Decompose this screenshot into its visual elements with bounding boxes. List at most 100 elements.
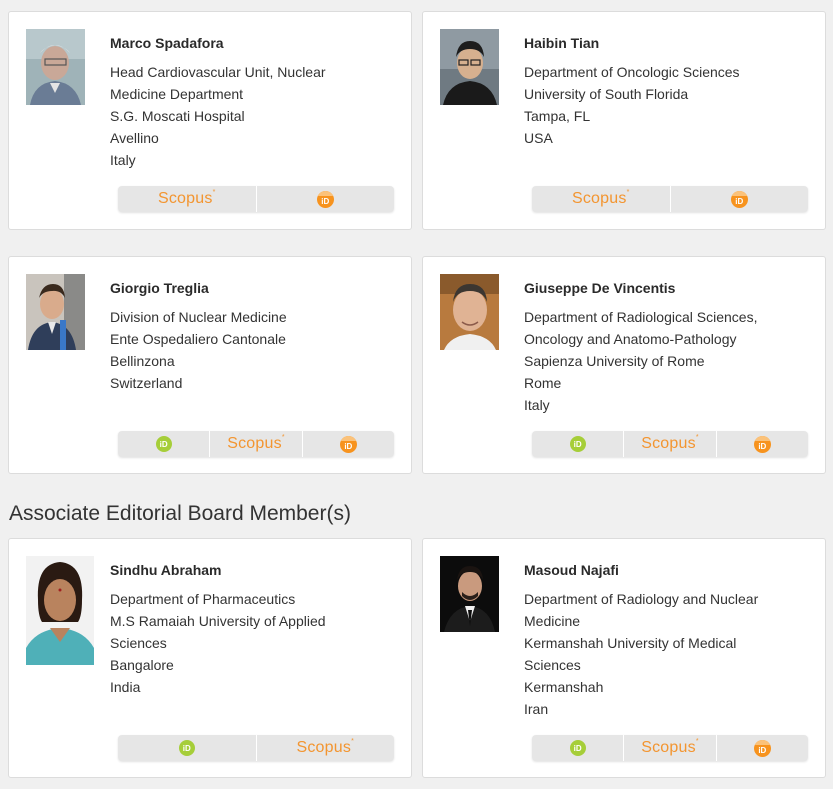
affiliation-line: Tampa, FL — [524, 108, 591, 124]
scopus-label: Scopus — [641, 435, 696, 452]
orcid-label: iD — [182, 743, 191, 753]
affiliation-line: M.S Ramaiah University of Applied — [110, 613, 326, 629]
publons-id-label: iD — [321, 196, 330, 206]
affiliation-line: Sciences — [110, 635, 167, 651]
member-name: Haibin Tian — [524, 35, 600, 51]
publons-link[interactable]: iD — [303, 431, 394, 457]
publons-id-label: iD — [735, 196, 744, 206]
scopus-mark: * — [695, 737, 699, 745]
orcid-label: iD — [573, 439, 582, 449]
scopus-link[interactable]: Scopus* — [624, 735, 717, 761]
publons-id-icon: iD — [316, 190, 334, 208]
affiliation-line: Italy — [524, 397, 550, 413]
section-heading: Associate Editorial Board Member(s) — [9, 502, 351, 525]
affiliation-line: Kermanshah University of Medical — [524, 635, 737, 651]
affiliation-line: Department of Radiological Sciences, — [524, 309, 758, 325]
affiliation-line: Rome — [524, 375, 562, 391]
orcid-link[interactable]: iD — [118, 735, 257, 761]
member-name: Masoud Najafi — [524, 562, 619, 578]
affiliation-line: Medicine — [524, 613, 581, 629]
affiliation-line: Sciences — [524, 657, 581, 673]
member-card: Haibin Tian Department of Oncologic Scie… — [422, 11, 826, 230]
publons-link[interactable]: iD — [717, 735, 808, 761]
member-card: Giorgio Treglia Division of Nuclear Medi… — [8, 256, 412, 474]
affiliation-line: India — [110, 679, 141, 695]
publons-link[interactable]: iD — [257, 186, 395, 212]
affiliation-line: Department of Pharmaceutics — [110, 591, 296, 607]
scopus-label: Scopus — [157, 190, 213, 207]
profile-links-bar: iD Scopus* iD — [118, 431, 394, 457]
scopus-label: Scopus — [296, 739, 352, 756]
affiliation-line: Oncology and Anatomo-Pathology — [524, 331, 737, 347]
affiliation-line: Iran — [524, 701, 549, 717]
orcid-link[interactable]: iD — [532, 431, 625, 457]
member-photo — [26, 29, 85, 105]
affiliation-line: Bellinzona — [110, 353, 175, 369]
affiliation-line: Medicine Department — [110, 86, 244, 102]
scopus-label: Scopus — [571, 190, 627, 207]
scopus-mark: * — [212, 188, 216, 196]
scopus-logo-icon: Scopus* — [157, 188, 216, 208]
scopus-mark: * — [351, 737, 354, 745]
member-photo — [440, 274, 499, 350]
orcid-link[interactable]: iD — [532, 735, 625, 761]
orcid-link[interactable]: iD — [118, 431, 211, 457]
affiliation-line: Bangalore — [110, 657, 174, 673]
affiliation-line: Sapienza University of Rome — [524, 353, 705, 369]
affiliation-line: University of South Florida — [524, 86, 689, 102]
affiliation-line: Division of Nuclear Medicine — [110, 309, 287, 325]
publons-id-label: iD — [758, 441, 767, 451]
scopus-link[interactable]: Scopus* — [624, 431, 717, 457]
member-photo — [440, 556, 499, 632]
member-name: Giorgio Treglia — [110, 280, 209, 296]
publons-link[interactable]: iD — [717, 431, 808, 457]
orcid-label: iD — [159, 439, 168, 449]
scopus-logo-icon: Scopus* — [641, 737, 699, 757]
affiliation-line: Italy — [110, 152, 136, 168]
scopus-logo-icon: Scopus* — [571, 188, 630, 208]
scopus-logo-icon: Scopus* — [641, 434, 699, 453]
profile-links-bar: Scopus* iD — [118, 186, 394, 212]
scopus-link[interactable]: Scopus* — [118, 186, 257, 212]
profile-links-bar: iD Scopus* iD — [532, 735, 808, 761]
profile-links-bar: iD Scopus* — [118, 735, 394, 761]
scopus-link[interactable]: Scopus* — [532, 186, 671, 212]
affiliation-line: Avellino — [110, 130, 159, 146]
scopus-link[interactable]: Scopus* — [257, 735, 395, 761]
member-card: Marco Spadafora Head Cardiovascular Unit… — [8, 11, 412, 230]
scopus-link[interactable]: Scopus* — [210, 431, 303, 457]
scopus-label: Scopus — [227, 435, 282, 452]
affiliation-line: Department of Oncologic Sciences — [524, 64, 740, 80]
scopus-mark: * — [626, 188, 630, 196]
member-photo — [26, 274, 85, 350]
affiliation-line: Kermanshah — [524, 679, 604, 695]
publons-id-label: iD — [344, 441, 353, 451]
affiliation-line: Switzerland — [110, 375, 183, 391]
member-photo — [440, 29, 499, 105]
member-card: Sindhu Abraham Department of Pharmaceuti… — [8, 538, 412, 778]
affiliation-line: S.G. Moscati Hospital — [110, 108, 245, 124]
affiliation-line: Head Cardiovascular Unit, Nuclear — [110, 64, 326, 80]
publons-id-icon: iD — [753, 435, 771, 453]
member-card: Masoud Najafi Department of Radiology an… — [422, 538, 826, 778]
publons-id-label: iD — [758, 745, 767, 755]
member-card: Giuseppe De Vincentis Department of Radi… — [422, 256, 826, 474]
affiliation-line: Department of Radiology and Nuclear — [524, 591, 759, 607]
scopus-mark: * — [281, 433, 285, 441]
member-name: Sindhu Abraham — [110, 562, 222, 578]
publons-id-icon: iD — [339, 435, 357, 453]
orcid-label: iD — [573, 743, 582, 753]
member-photo — [26, 556, 94, 665]
affiliation-line: Ente Ospedaliero Cantonale — [110, 331, 286, 347]
orcid-icon: iD — [569, 436, 586, 452]
scopus-logo-icon: Scopus* — [296, 737, 354, 757]
orcid-icon: iD — [569, 740, 586, 756]
publons-link[interactable]: iD — [671, 186, 809, 212]
profile-links-bar: Scopus* iD — [532, 186, 808, 212]
member-name: Marco Spadafora — [110, 35, 224, 51]
publons-id-icon: iD — [730, 190, 748, 208]
scopus-logo-icon: Scopus* — [227, 433, 285, 453]
publons-id-icon: iD — [753, 739, 771, 757]
orcid-icon: iD — [178, 740, 195, 756]
member-name: Giuseppe De Vincentis — [524, 280, 676, 296]
